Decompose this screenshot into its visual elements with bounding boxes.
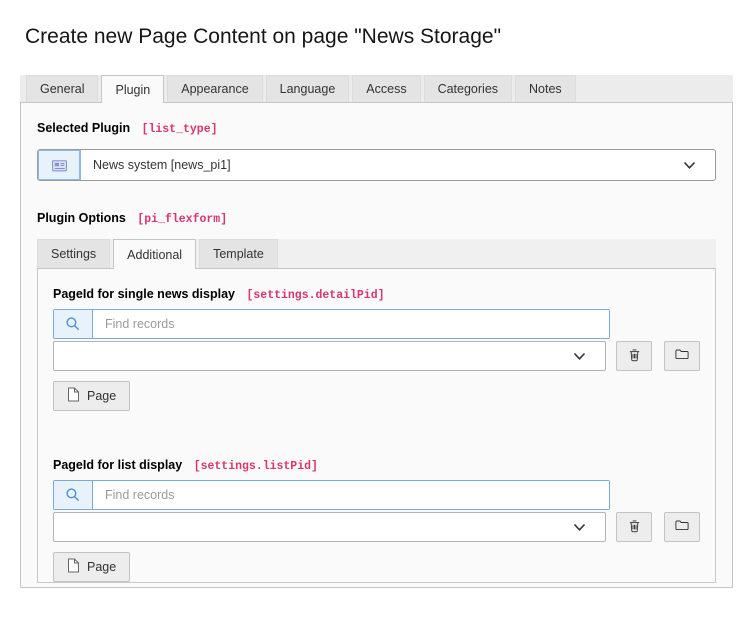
page-title: Create new Page Content on page "News St… <box>25 25 733 49</box>
list-pid-record-row <box>53 512 700 542</box>
chevron-down-icon <box>573 523 586 532</box>
list-pid-code: [settings.listPid] <box>194 460 318 473</box>
page-icon <box>67 558 80 576</box>
selected-plugin-label: Selected Plugin <box>37 121 130 135</box>
search-icon <box>54 481 93 509</box>
detail-pid-search-group <box>53 309 610 339</box>
plugin-options-label-row: Plugin Options [pi_flexform] <box>37 211 716 226</box>
plugin-options-code: [pi_flexform] <box>137 213 227 226</box>
chevron-down-icon <box>573 352 586 361</box>
tab-settings[interactable]: Settings <box>37 239 110 268</box>
selected-plugin-value: News system [news_pi1] <box>81 150 683 180</box>
page-icon <box>67 387 80 405</box>
add-page-record-label: Page <box>87 560 116 574</box>
add-page-record-label: Page <box>87 389 116 403</box>
list-pid-search-group <box>53 480 610 510</box>
flexform-additional-panel: PageId for single news display [settings… <box>37 269 716 583</box>
tab-access[interactable]: Access <box>352 75 420 102</box>
tab-language[interactable]: Language <box>266 75 350 102</box>
browse-records-button[interactable] <box>664 341 700 371</box>
list-pid-search-input[interactable] <box>93 481 609 509</box>
plugin-tab-panel: Selected Plugin [list_type] News system … <box>20 103 733 588</box>
tab-appearance[interactable]: Appearance <box>167 75 262 102</box>
detail-pid-code: [settings.detailPid] <box>246 289 384 302</box>
detail-pid-selected-records[interactable] <box>53 341 606 371</box>
trash-icon <box>627 347 642 366</box>
detail-pid-label: PageId for single news display <box>53 287 235 301</box>
newspaper-plugin-icon <box>38 150 81 180</box>
detail-pid-record-row <box>53 341 700 371</box>
chevron-down-icon <box>683 150 696 180</box>
selected-plugin-code: [list_type] <box>142 123 218 136</box>
add-page-record-button[interactable]: Page <box>53 381 130 411</box>
record-tabbar: General Plugin Appearance Language Acces… <box>20 75 733 103</box>
delete-record-button[interactable] <box>616 341 652 371</box>
detail-pid-search-input[interactable] <box>93 310 609 338</box>
list-pid-selected-records[interactable] <box>53 512 606 542</box>
record-edit-form: General Plugin Appearance Language Acces… <box>20 75 733 588</box>
flexform-tabbar: Settings Additional Template <box>37 239 716 269</box>
selected-plugin-select[interactable]: News system [news_pi1] <box>37 149 716 181</box>
tab-general[interactable]: General <box>26 75 98 102</box>
folder-icon <box>674 347 690 365</box>
delete-record-button[interactable] <box>616 512 652 542</box>
browse-records-button[interactable] <box>664 512 700 542</box>
plugin-options-label: Plugin Options <box>37 211 126 225</box>
tab-notes[interactable]: Notes <box>515 75 576 102</box>
trash-icon <box>627 518 642 537</box>
selected-plugin-label-row: Selected Plugin [list_type] <box>37 121 716 136</box>
field-list-pid: PageId for list display [settings.listPi… <box>53 458 700 582</box>
search-icon <box>54 310 93 338</box>
tab-template[interactable]: Template <box>199 239 278 268</box>
field-detail-pid: PageId for single news display [settings… <box>53 287 700 411</box>
list-pid-label: PageId for list display <box>53 458 182 472</box>
folder-icon <box>674 518 690 536</box>
tab-additional[interactable]: Additional <box>113 239 196 269</box>
tab-plugin[interactable]: Plugin <box>101 75 164 103</box>
add-page-record-button[interactable]: Page <box>53 552 130 582</box>
tab-categories[interactable]: Categories <box>424 75 512 102</box>
